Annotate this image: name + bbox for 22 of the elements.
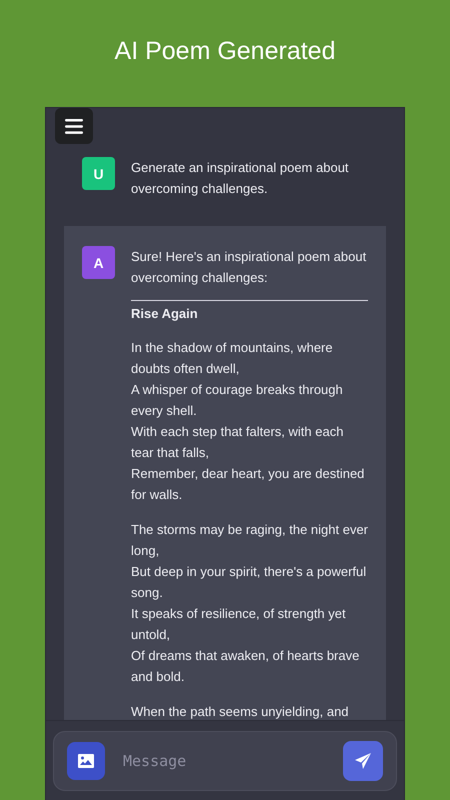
send-button[interactable] [343, 741, 383, 781]
image-icon [78, 754, 94, 768]
message-text: Generate an inspirational poem about overcoming challenges. [131, 159, 350, 198]
poem-line: In the shadow of mountains, where doubts often dwell, [131, 339, 334, 378]
image-button[interactable] [67, 742, 105, 780]
poem-line: When the path seems unyielding, and [131, 703, 350, 720]
poem-line: Of dreams that awaken, of hearts brave and bold. [131, 647, 360, 686]
poem-title: Rise Again [131, 305, 199, 323]
poem-line: Remember, dear heart, you are destined for walls. [131, 465, 366, 504]
page-title: AI Poem Generated [114, 36, 336, 67]
poem-line: With each step that falters, with each tear that falls, [131, 423, 344, 462]
message-text: Sure! Here's an inspirational poem about overcoming challenges: [131, 248, 368, 287]
poem-line: The storms may be raging, the night ever long, [131, 521, 368, 560]
poem-line: But deep in your spirit, there's a powerful song. [131, 563, 368, 602]
avatar: A [82, 246, 115, 279]
poem-line: A whisper of courage breaks through every shell. [131, 381, 344, 420]
menu-icon [65, 118, 83, 134]
message-field[interactable]: Message [121, 751, 327, 771]
menu-button[interactable] [55, 108, 93, 144]
send-icon [354, 752, 372, 770]
avatar: U [82, 157, 115, 190]
poem-line: It speaks of resilience, of strength yet untold, [131, 605, 347, 644]
